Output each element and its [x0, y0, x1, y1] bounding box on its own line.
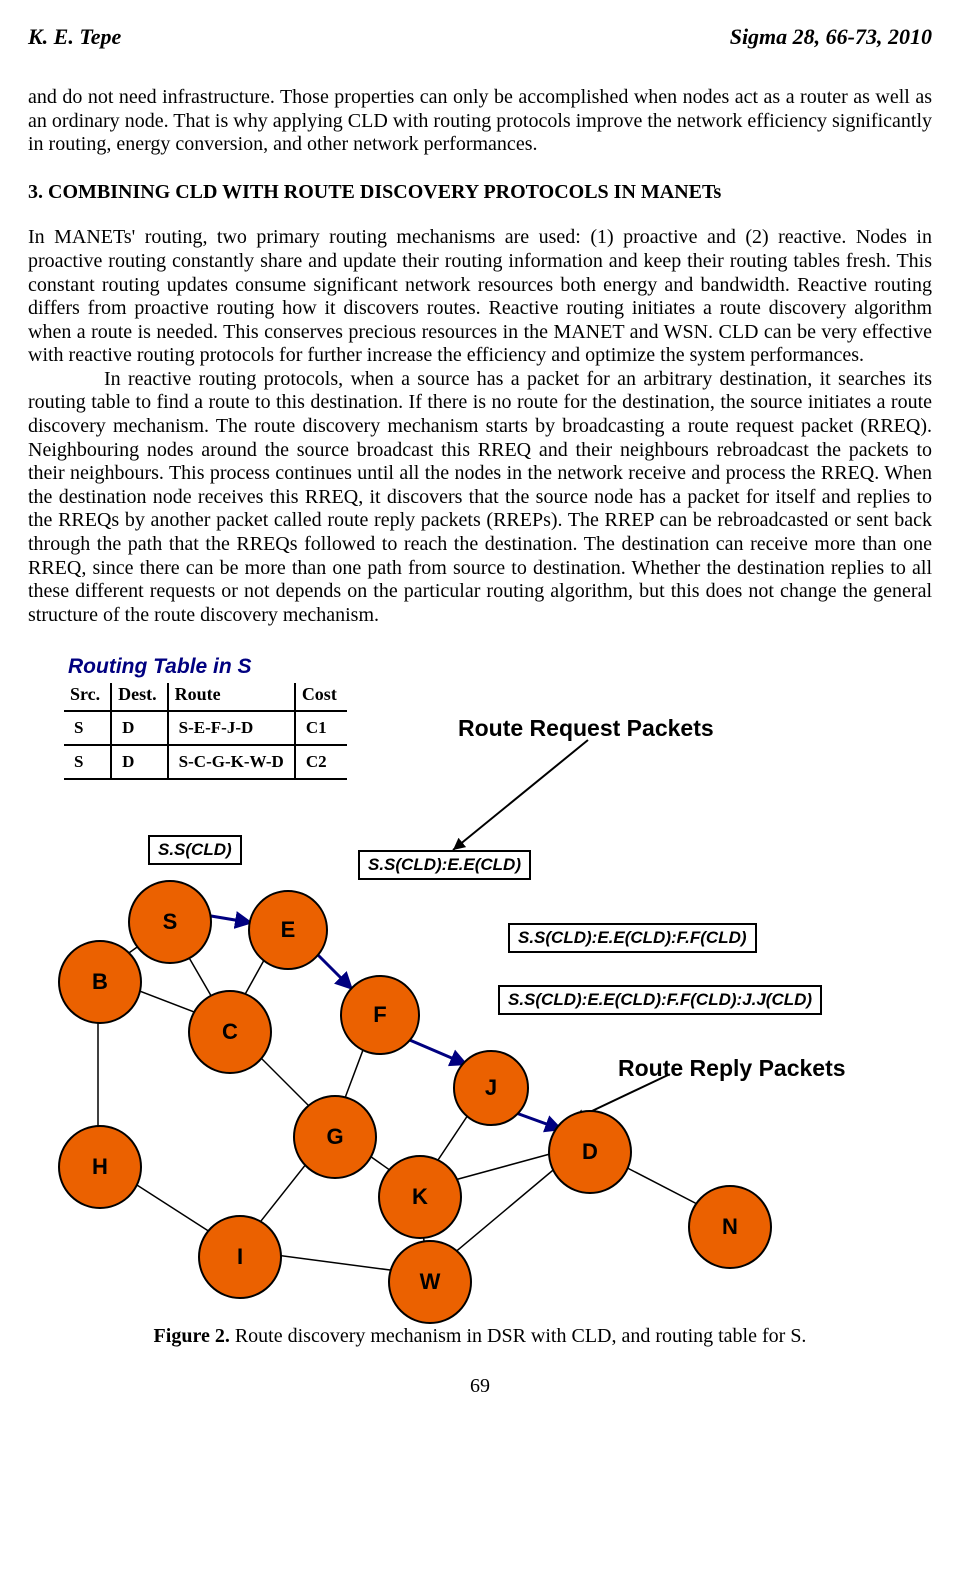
th-cost: Cost — [295, 683, 347, 710]
node-s: S — [128, 880, 212, 964]
rrep-title: Route Reply Packets — [618, 1055, 846, 1082]
node-c: C — [188, 990, 272, 1074]
page-header: K. E. Tepe Sigma 28, 66-73, 2010 — [28, 24, 932, 50]
paragraph-2: In MANETs' routing, two primary routing … — [28, 226, 932, 368]
node-d: D — [548, 1110, 632, 1194]
rreq-title: Route Request Packets — [458, 715, 714, 742]
header-citation: Sigma 28, 66-73, 2010 — [730, 24, 932, 50]
figure-2: Routing Table in S Src. Dest. Route Cost… — [28, 655, 932, 1315]
node-e: E — [248, 890, 328, 970]
paragraph-1: and do not need infrastructure. Those pr… — [28, 86, 932, 157]
routing-table: Src. Dest. Route Cost S D S-E-F-J-D C1 S… — [64, 683, 347, 779]
table-header-row: Src. Dest. Route Cost — [64, 683, 347, 710]
node-n: N — [688, 1185, 772, 1269]
node-b: B — [58, 940, 142, 1024]
rreq-label-1: S.S(CLD) — [148, 835, 242, 865]
node-h: H — [58, 1125, 142, 1209]
node-f: F — [340, 975, 420, 1055]
section-heading: 3. COMBINING CLD WITH ROUTE DISCOVERY PR… — [28, 181, 932, 205]
rreq-label-3: S.S(CLD):E.E(CLD):F.F(CLD) — [508, 923, 757, 953]
th-route: Route — [168, 683, 295, 710]
rreq-label-2: S.S(CLD):E.E(CLD) — [358, 850, 531, 880]
node-g: G — [293, 1095, 377, 1179]
table-row: S D S-C-G-K-W-D C2 — [64, 745, 347, 779]
node-j: J — [453, 1050, 529, 1126]
node-w: W — [388, 1240, 472, 1324]
th-dest: Dest. — [111, 683, 168, 710]
routing-table-title: Routing Table in S — [68, 655, 252, 680]
node-k: K — [378, 1155, 462, 1239]
figure-caption: Figure 2. Route discovery mechanism in D… — [28, 1325, 932, 1349]
paragraph-3: In reactive routing protocols, when a so… — [28, 368, 932, 628]
header-author: K. E. Tepe — [28, 24, 121, 50]
page-number: 69 — [28, 1375, 932, 1399]
caption-label: Figure 2. — [154, 1325, 230, 1347]
table-row: S D S-E-F-J-D C1 — [64, 711, 347, 745]
caption-text: Route discovery mechanism in DSR with CL… — [230, 1325, 807, 1347]
node-i: I — [198, 1215, 282, 1299]
rreq-label-4: S.S(CLD):E.E(CLD):F.F(CLD):J.J(CLD) — [498, 985, 822, 1015]
th-src: Src. — [64, 683, 111, 710]
